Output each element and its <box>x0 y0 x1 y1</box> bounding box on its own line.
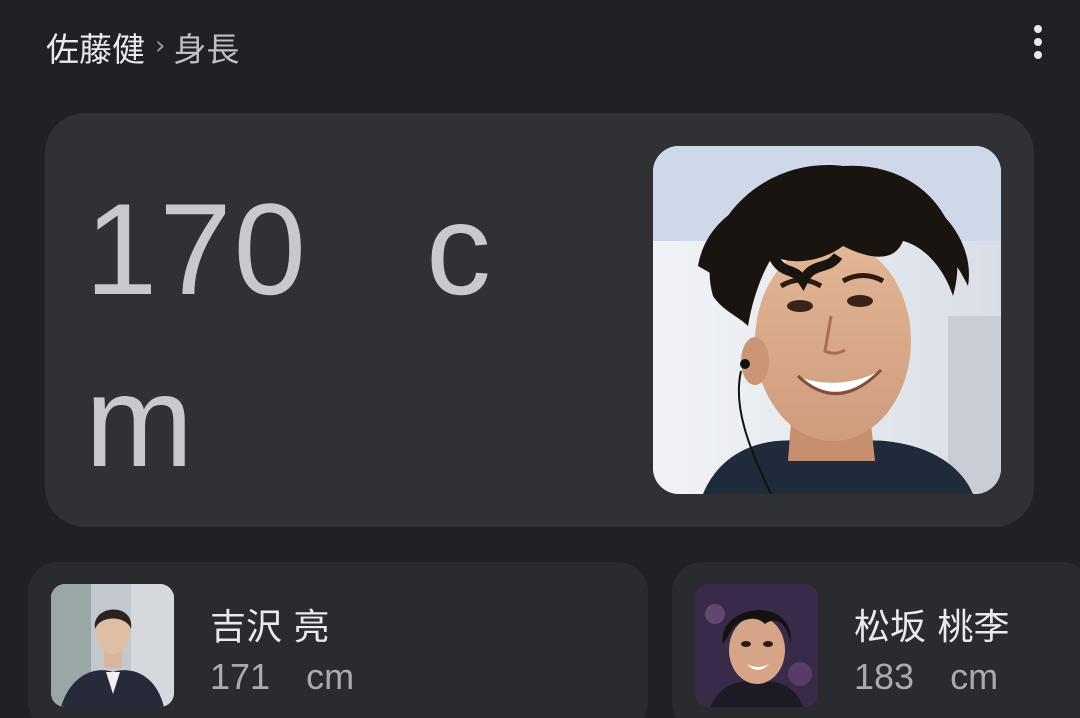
related-height-1: 171 cm <box>210 656 354 698</box>
related-height-value-1: 171 <box>210 656 271 697</box>
answer-card: 170 cm <box>45 113 1034 527</box>
related-height-value-2: 183 <box>854 656 915 697</box>
related-card-2[interactable]: 松坂 桃李 183 cm <box>672 562 1080 718</box>
related-photo-2 <box>695 584 818 707</box>
related-photo-1 <box>51 584 174 707</box>
entity-photo-image <box>653 146 1001 494</box>
related-card-1[interactable]: 吉沢 亮 171 cm <box>28 562 648 718</box>
related-height-unit-2: cm <box>950 656 999 697</box>
breadcrumb-attribute: 身長 <box>173 30 240 69</box>
breadcrumb-entity[interactable]: 佐藤健 <box>46 23 145 71</box>
more-options-button[interactable] <box>1020 18 1056 66</box>
entity-photo[interactable] <box>653 146 1001 494</box>
breadcrumb-separator-icon: › <box>155 31 166 61</box>
related-height-2: 183 cm <box>854 656 998 698</box>
breadcrumb: 佐藤健 › 身長 <box>46 22 239 72</box>
search-result-page: 佐藤健 › 身長 170 cm 吉沢 亮 171 cm 松坂 桃李 183 cm <box>0 0 1080 718</box>
related-height-unit-1: cm <box>306 656 355 697</box>
answer-value: 170 cm <box>85 176 494 494</box>
more-vert-icon <box>1034 25 1042 33</box>
related-name-2: 松坂 桃李 <box>854 607 1010 648</box>
related-name-1: 吉沢 亮 <box>210 607 330 648</box>
